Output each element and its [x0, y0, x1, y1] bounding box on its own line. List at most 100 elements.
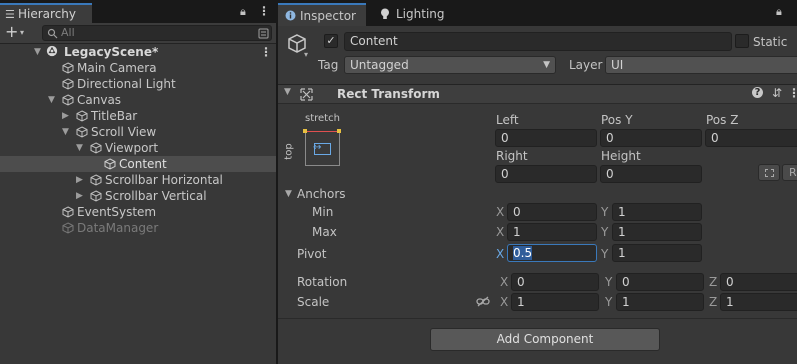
rotation-x-field[interactable]: 0	[511, 273, 599, 291]
scene-row[interactable]: ▼ LegacyScene* ⋮	[0, 44, 276, 60]
tag-dropdown[interactable]: Untagged ▼	[344, 56, 556, 74]
gameobject-cube-icon	[62, 206, 74, 218]
component-divider	[278, 318, 797, 319]
axis-z-label: Z	[709, 295, 718, 309]
lock-icon[interactable]: 🔒︎	[776, 5, 782, 19]
gameobject-cube-icon	[62, 62, 74, 74]
gameobject-cube-icon	[62, 94, 74, 106]
scale-x-field[interactable]: 1	[511, 293, 599, 311]
rotation-y-field[interactable]: 0	[616, 273, 704, 291]
list-item[interactable]: ▶ Scrollbar Horizontal	[0, 172, 276, 188]
list-item-selected[interactable]: Content	[0, 156, 276, 172]
axis-y-label: Y	[601, 247, 609, 261]
list-item-label: DataManager	[77, 221, 159, 235]
blueprint-icon	[765, 169, 774, 177]
scale-z-field[interactable]: 1	[720, 293, 797, 311]
layer-dropdown[interactable]: UI	[605, 56, 797, 74]
expand-arrow-icon[interactable]: ▼	[48, 92, 55, 108]
kebab-menu-icon[interactable]: ⋮	[258, 4, 270, 18]
presets-icon[interactable]: ⇵	[772, 86, 782, 100]
tab-inspector-label: Inspector	[300, 9, 356, 23]
list-item[interactable]: ▼ Viewport	[0, 140, 276, 156]
anchor-preset-h-label: stretch	[305, 113, 340, 124]
anchors-foldout-icon[interactable]: ▼	[285, 189, 292, 199]
raw-edit-button[interactable]: R	[782, 164, 797, 181]
collapse-arrow-icon[interactable]: ▶	[76, 172, 83, 188]
anchors-max-label: Max	[312, 225, 337, 239]
left-label: Left	[496, 113, 519, 127]
blueprint-mode-button[interactable]	[758, 164, 780, 181]
pivot-y-field[interactable]: 1	[612, 244, 702, 262]
scene-menu-icon[interactable]: ⋮	[260, 44, 272, 60]
anchors-label: Anchors	[297, 187, 346, 201]
list-item[interactable]: Directional Light	[0, 76, 276, 92]
chevron-down-icon[interactable]: ▾	[20, 28, 24, 37]
info-icon	[285, 10, 296, 21]
gameobject-cube-icon	[104, 158, 116, 170]
search-options-icon[interactable]	[258, 28, 269, 39]
expand-arrow-icon[interactable]: ▼	[62, 124, 69, 140]
tab-hierarchy[interactable]: ☰ Hierarchy	[0, 3, 92, 23]
static-checkbox[interactable]	[735, 34, 749, 48]
gameobject-cube-icon	[90, 174, 102, 186]
anchors-min-x-field[interactable]: 0	[507, 203, 597, 221]
anchors-max-y-field[interactable]: 1	[612, 223, 702, 241]
anchor-preset-v-label: top	[283, 143, 295, 160]
list-item[interactable]: ▼ Scroll View	[0, 124, 276, 140]
lock-icon[interactable]: 🔒︎	[240, 5, 246, 19]
list-item-label: Directional Light	[77, 77, 176, 91]
hierarchy-search-input[interactable]: All	[42, 25, 272, 41]
list-item-label: Scrollbar Vertical	[105, 189, 207, 203]
posz-field[interactable]: 0	[705, 129, 797, 147]
height-label: Height	[601, 149, 641, 163]
unity-scene-icon	[46, 45, 58, 57]
add-plus-icon[interactable]: +	[5, 23, 18, 41]
anchor-preset-button[interactable]: ↔	[303, 129, 341, 166]
tab-lighting[interactable]: Lighting	[368, 3, 454, 26]
pivot-label: Pivot	[297, 247, 327, 261]
collapse-arrow-icon[interactable]: ▶	[62, 108, 69, 124]
list-item-label: Main Camera	[77, 61, 157, 75]
rect-transform-header[interactable]: ▼ Rect Transform ? ⇵ ⋮	[278, 84, 797, 104]
axis-x-label: X	[496, 225, 505, 239]
anchors-max-x-field[interactable]: 1	[507, 223, 597, 241]
list-item-inactive[interactable]: DataManager	[0, 220, 276, 236]
expand-arrow-icon[interactable]: ▼	[34, 44, 41, 60]
gameobject-cube-icon	[76, 126, 88, 138]
constrain-proportions-icon[interactable]	[476, 296, 490, 307]
tab-inspector[interactable]: Inspector	[278, 3, 366, 26]
icon-dropdown-caret[interactable]: ▾	[304, 50, 308, 59]
list-item[interactable]: EventSystem	[0, 204, 276, 220]
gameobject-cube-icon	[90, 142, 102, 154]
expand-arrow-icon[interactable]: ▼	[76, 140, 83, 156]
layer-value: UI	[611, 58, 624, 72]
axis-y-label: Y	[601, 225, 609, 239]
collapse-arrow-icon[interactable]: ▶	[76, 188, 83, 204]
height-field[interactable]: 0	[600, 165, 702, 183]
foldout-arrow-icon[interactable]: ▼	[284, 87, 291, 97]
scene-name: LegacyScene*	[64, 45, 159, 59]
component-title: Rect Transform	[337, 87, 440, 101]
posy-field[interactable]: 0	[600, 129, 702, 147]
add-component-button[interactable]: Add Component	[430, 328, 660, 351]
active-checkbox[interactable]: ✓	[324, 34, 338, 48]
list-item-label: Viewport	[105, 141, 159, 155]
anchor-handle	[337, 129, 341, 133]
left-field[interactable]: 0	[495, 129, 597, 147]
pivot-x-field[interactable]: 0.5	[507, 244, 597, 262]
list-item[interactable]: ▼ Canvas	[0, 92, 276, 108]
list-item[interactable]: Main Camera	[0, 60, 276, 76]
object-name-field[interactable]: Content	[344, 32, 732, 51]
list-item[interactable]: ▶ TitleBar	[0, 108, 276, 124]
rotation-z-field[interactable]: 0	[720, 273, 797, 291]
list-item[interactable]: ▶ Scrollbar Vertical	[0, 188, 276, 204]
tag-value: Untagged	[350, 58, 409, 72]
axis-y-label: Y	[605, 295, 613, 309]
right-field[interactable]: 0	[495, 165, 597, 183]
axis-x-label: X	[500, 275, 509, 289]
list-item-label: Content	[119, 157, 167, 171]
anchors-min-y-field[interactable]: 1	[612, 203, 702, 221]
component-menu-icon[interactable]: ⋮	[788, 86, 797, 100]
scale-y-field[interactable]: 1	[616, 293, 704, 311]
help-icon[interactable]: ?	[752, 87, 763, 98]
